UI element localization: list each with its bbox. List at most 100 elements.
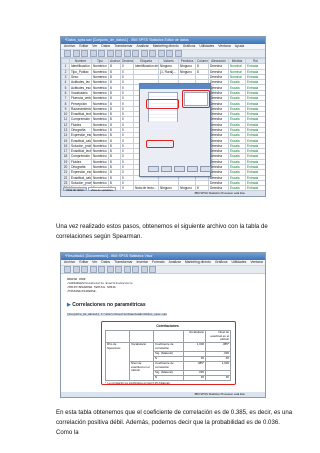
- grid-cell[interactable]: Escala: [228, 195, 246, 196]
- output-pane[interactable]: NONPAR CORR /VARIABLES=Vocabulario Exact…: [61, 274, 265, 392]
- insert-cases-icon[interactable]: [149, 50, 156, 57]
- menu-item[interactable]: Ver: [92, 260, 97, 265]
- menu-item[interactable]: Ventana: [218, 44, 230, 49]
- grid-cell[interactable]: Nota_mat: [69, 195, 92, 196]
- grid-cell[interactable]: Numérico: [91, 63, 109, 70]
- grid-cell[interactable]: Exactitud_lect: [69, 110, 92, 118]
- menu-item[interactable]: Ver: [92, 44, 97, 49]
- grid-cell[interactable]: Exactitud_calc: [69, 174, 92, 181]
- grid-cell[interactable]: Numérico: [91, 116, 109, 123]
- menu-item[interactable]: Transformar: [114, 44, 132, 49]
- grid-cell[interactable]: Derecha: [208, 195, 229, 196]
- grid-cell[interactable]: Nota de matem...: [133, 195, 159, 196]
- grid-cell[interactable]: Solución_prob: [69, 179, 92, 187]
- help-button[interactable]: [200, 166, 211, 172]
- menu-item[interactable]: Formato: [152, 260, 165, 265]
- grid-cell[interactable]: Numérico: [91, 95, 109, 102]
- goto-case-icon[interactable]: [132, 266, 139, 273]
- menu-item[interactable]: Gráficos: [183, 44, 196, 49]
- grid-cell[interactable]: Numérico: [91, 105, 109, 112]
- grid-cell[interactable]: 26: [61, 195, 70, 196]
- dialog-recall-icon[interactable]: [98, 266, 105, 273]
- export-icon[interactable]: [89, 266, 97, 273]
- open-icon[interactable]: [64, 50, 71, 57]
- grid-cell[interactable]: Numérico: [91, 110, 109, 118]
- print-icon[interactable]: [81, 266, 88, 273]
- undo-icon[interactable]: [98, 50, 105, 57]
- grid-cell[interactable]: Numérico: [91, 153, 109, 160]
- menu-item[interactable]: Analizar: [169, 260, 181, 265]
- weight-cases-icon[interactable]: [174, 50, 182, 57]
- grid-cell[interactable]: Ninguno: [158, 195, 179, 196]
- grid-cell[interactable]: Actitudes_esc: [69, 84, 92, 91]
- designate-window-icon[interactable]: [149, 266, 156, 273]
- menu-item[interactable]: Utilidades: [231, 260, 246, 265]
- grid-cell[interactable]: Numérico: [91, 142, 109, 150]
- save-icon[interactable]: [72, 266, 80, 273]
- grid-cell[interactable]: Numérico: [91, 121, 109, 128]
- goto-data-icon[interactable]: [123, 266, 131, 273]
- grid-cell[interactable]: Numérico: [91, 84, 109, 91]
- reset-button[interactable]: [174, 166, 185, 172]
- grid-cell[interactable]: Numérico: [91, 68, 109, 75]
- grid-cell[interactable]: Numérico: [91, 73, 109, 81]
- grid-cell[interactable]: Numérico: [91, 100, 109, 107]
- grid-cell[interactable]: Numérico: [91, 174, 109, 181]
- bivariate-correlations-dialog[interactable]: [139, 83, 211, 177]
- redo-icon[interactable]: [115, 266, 122, 273]
- grid-cell[interactable]: Expresión_esc: [69, 132, 92, 139]
- undo-icon[interactable]: [106, 266, 114, 273]
- grid-cell[interactable]: Numérico: [91, 137, 109, 144]
- grid-cell[interactable]: Identificación de...: [133, 63, 159, 70]
- grid-cell[interactable]: Numérico: [91, 126, 109, 134]
- menu-item[interactable]: Datos: [101, 44, 110, 49]
- grid-cell[interactable]: Comprensión: [69, 116, 92, 123]
- grid-cell[interactable]: Numérico: [91, 179, 109, 187]
- menu-item[interactable]: Analizar: [136, 44, 148, 49]
- grid-cell[interactable]: Numérico: [91, 163, 109, 171]
- grid-cell[interactable]: Entrada: [245, 195, 265, 196]
- menu-item[interactable]: Marketing directo: [185, 260, 211, 265]
- ok-button[interactable]: [148, 166, 159, 172]
- grid-cell[interactable]: Comprensión: [69, 153, 92, 160]
- menu-item[interactable]: Transformar: [114, 260, 132, 265]
- goto-case-icon[interactable]: [115, 50, 122, 57]
- menu-item[interactable]: Ayuda: [235, 44, 245, 49]
- grid-cell[interactable]: Exactitud_lect: [69, 148, 92, 155]
- grid-cell[interactable]: Expresión_esc: [69, 169, 92, 176]
- paste-button[interactable]: [161, 166, 172, 172]
- find-icon[interactable]: [140, 50, 148, 57]
- table-row[interactable]: 2 Tipo_Poblac Numérico 8 0 {1, Rural}... Ningu…: [61, 68, 265, 75]
- table-row[interactable]: 1 Identificación Numérico 8 0 Identificación …: [61, 63, 265, 70]
- grid-cell[interactable]: {1, Rural}...: [158, 68, 179, 75]
- menu-item[interactable]: Utilidades: [199, 44, 214, 49]
- open-icon[interactable]: [64, 266, 71, 273]
- grid-cell[interactable]: Numérico: [91, 169, 109, 176]
- grid-cell[interactable]: Numérico: [91, 89, 109, 97]
- cancel-button[interactable]: [187, 166, 198, 172]
- redo-icon[interactable]: [106, 50, 114, 57]
- menu-item[interactable]: Archivo: [64, 44, 75, 49]
- grid-cell[interactable]: 0: [120, 195, 134, 196]
- table-row[interactable]: 26Nota_matNumérico80Nota de matem...Ning…: [61, 195, 265, 196]
- menu-item[interactable]: Editar: [79, 260, 88, 265]
- grid-cell[interactable]: Numérico: [91, 148, 109, 155]
- grid-cell[interactable]: Numérico: [91, 79, 109, 86]
- grid-cell[interactable]: Exactitud_calc: [69, 137, 92, 144]
- variables-icon[interactable]: [140, 266, 148, 273]
- grid-cell[interactable]: 8: [195, 195, 209, 196]
- grid-cell[interactable]: Identificación: [69, 63, 92, 70]
- grid-cell[interactable]: Fluencia_verb: [69, 95, 92, 102]
- save-icon[interactable]: [72, 50, 80, 57]
- insert-variable-icon[interactable]: [157, 50, 165, 57]
- grid-cell[interactable]: 8: [108, 195, 121, 196]
- grid-cell[interactable]: Solución_prob: [69, 142, 92, 150]
- grid-cell[interactable]: Actitudes_lec: [69, 79, 92, 86]
- goto-variable-icon[interactable]: [123, 50, 131, 57]
- menu-item[interactable]: Archivo: [64, 260, 75, 265]
- menu-item[interactable]: Marketing directo: [153, 44, 179, 49]
- menu-item[interactable]: Datos: [101, 260, 110, 265]
- print-icon[interactable]: [81, 50, 88, 57]
- menu-item[interactable]: Ventana: [250, 260, 262, 265]
- menu-item[interactable]: Gráficos: [215, 260, 228, 265]
